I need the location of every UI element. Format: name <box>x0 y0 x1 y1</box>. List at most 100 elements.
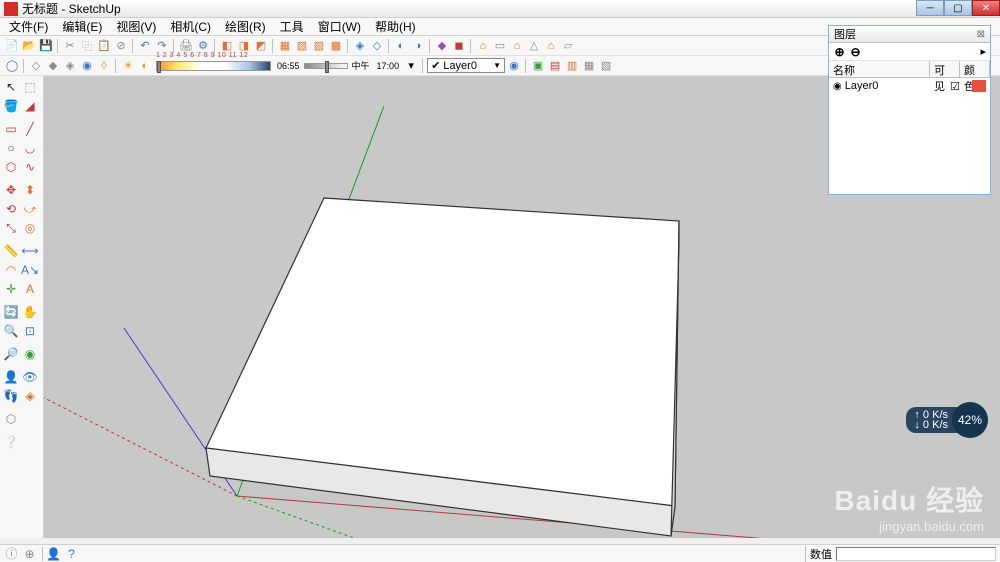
building-4-icon[interactable]: △ <box>526 38 542 54</box>
layer-mgr-icon[interactable]: ◉ <box>506 58 522 74</box>
help-icon[interactable]: ❔ <box>2 433 20 451</box>
menu-window[interactable]: 窗口(W) <box>311 17 368 36</box>
render-2-icon[interactable]: ◆ <box>45 58 61 74</box>
menu-camera[interactable]: 相机(C) <box>163 17 218 36</box>
render-1-icon[interactable]: ◇ <box>28 58 44 74</box>
menu-help[interactable]: 帮助(H) <box>368 17 423 36</box>
component-4-icon[interactable]: ▩ <box>328 38 344 54</box>
view-tool-1-icon[interactable]: ◐ <box>393 38 409 54</box>
circle-icon[interactable]: ○ <box>2 139 20 157</box>
move-icon[interactable]: ✥ <box>2 181 20 199</box>
position-camera-icon[interactable]: 👤 <box>2 368 20 386</box>
protractor-icon[interactable]: ◠ <box>2 261 20 279</box>
orbit-icon[interactable]: 🔄 <box>2 303 20 321</box>
ext-4-icon[interactable]: ▦ <box>581 58 597 74</box>
undo-icon[interactable]: ↶ <box>137 38 153 54</box>
layers-header-color[interactable]: 颜色 <box>960 61 990 77</box>
rotate-icon[interactable]: ⟲ <box>2 200 20 218</box>
status-user-icon[interactable]: 👤 <box>46 546 61 561</box>
layer-tool-2-icon[interactable]: ◇ <box>369 38 385 54</box>
status-geo-icon[interactable]: ⊕ <box>22 546 37 561</box>
render-3-icon[interactable]: ◈ <box>62 58 78 74</box>
layer-row[interactable]: ◉ Layer0 ☑ <box>829 78 990 94</box>
look-around-icon[interactable]: 👁 <box>21 368 39 386</box>
select-icon[interactable]: ↖ <box>2 78 20 96</box>
layer-active-radio-icon[interactable]: ◉ <box>833 81 842 92</box>
freehand-icon[interactable]: ∿ <box>21 158 39 176</box>
dimension-icon[interactable]: ⟷ <box>21 242 39 260</box>
component-1-icon[interactable]: ▦ <box>277 38 293 54</box>
building-6-icon[interactable]: ▱ <box>560 38 576 54</box>
ext-5-icon[interactable]: ▧ <box>598 58 614 74</box>
layer-tool-1-icon[interactable]: ◈ <box>352 38 368 54</box>
menu-view[interactable]: 视图(V) <box>109 17 163 36</box>
layers-flyout-icon[interactable]: ▸ <box>980 45 986 58</box>
polygon-icon[interactable]: ⬡ <box>2 158 20 176</box>
render-5-icon[interactable]: ◊ <box>96 58 112 74</box>
arc-icon[interactable]: ◡ <box>21 139 39 157</box>
paste-icon[interactable]: 📋 <box>96 38 112 54</box>
scale-icon[interactable]: ⤡ <box>2 219 20 237</box>
google-icon[interactable]: ⬡ <box>2 410 20 428</box>
building-1-icon[interactable]: ⌂ <box>475 38 491 54</box>
status-value-input[interactable] <box>836 547 996 561</box>
rectangle-icon[interactable]: ▭ <box>2 120 20 138</box>
menu-edit[interactable]: 编辑(E) <box>55 17 109 36</box>
text-icon[interactable]: A↘ <box>21 261 39 279</box>
status-info-icon[interactable]: ⓘ <box>4 546 19 561</box>
building-3-icon[interactable]: ⌂ <box>509 38 525 54</box>
line-icon[interactable]: ╱ <box>21 120 39 138</box>
layers-header-visible[interactable]: 可见 <box>930 61 960 77</box>
view-tool-2-icon[interactable]: ◑ <box>410 38 426 54</box>
layer-dropdown[interactable]: ✔ Layer0 ▼ <box>427 58 505 73</box>
layers-panel-close-icon[interactable]: ⊠ <box>977 29 985 40</box>
sun-icon[interactable]: ☀ <box>120 58 136 74</box>
zoom-icon[interactable]: 🔍 <box>2 322 20 340</box>
component-3-icon[interactable]: ▨ <box>311 38 327 54</box>
maximize-button[interactable]: ▢ <box>944 0 972 16</box>
building-5-icon[interactable]: ⌂ <box>543 38 559 54</box>
offset-icon[interactable]: ◎ <box>21 219 39 237</box>
time-dropdown-icon[interactable]: ▾ <box>403 58 419 74</box>
layers-panel-title-bar[interactable]: 图层 ⊠ <box>829 26 990 43</box>
time-slider-handle[interactable] <box>157 61 161 73</box>
time-slider-2-handle[interactable] <box>325 61 329 73</box>
remove-layer-icon[interactable]: ⊖ <box>849 45 862 58</box>
pushpull-icon[interactable]: ⬍ <box>21 181 39 199</box>
menu-draw[interactable]: 绘图(R) <box>218 17 273 36</box>
style-1-icon[interactable]: ◯ <box>4 58 20 74</box>
layer-color-swatch[interactable] <box>972 80 986 92</box>
delete-icon[interactable]: ⊘ <box>113 38 129 54</box>
shadow-icon[interactable]: ◐ <box>137 58 153 74</box>
close-button[interactable]: ✕ <box>972 0 1000 16</box>
new-file-icon[interactable]: 📄 <box>4 38 20 54</box>
open-file-icon[interactable]: 📂 <box>21 38 37 54</box>
zoom-window-icon[interactable]: ⊡ <box>21 322 39 340</box>
layers-header-name[interactable]: 名称 <box>829 61 930 77</box>
axes-icon[interactable]: ✛ <box>2 280 20 298</box>
pan-icon[interactable]: ✋ <box>21 303 39 321</box>
render-4-icon[interactable]: ◉ <box>79 58 95 74</box>
paint-bucket-icon[interactable]: 🪣 <box>2 97 20 115</box>
ext-1-icon[interactable]: ▣ <box>530 58 546 74</box>
time-slider-2[interactable] <box>304 63 348 69</box>
building-2-icon[interactable]: ▭ <box>492 38 508 54</box>
cut-icon[interactable]: ✂ <box>62 38 78 54</box>
plugin-2-icon[interactable]: ◼ <box>451 38 467 54</box>
status-help-icon[interactable]: ? <box>64 546 79 561</box>
component-2-icon[interactable]: ▧ <box>294 38 310 54</box>
ext-2-icon[interactable]: ▤ <box>547 58 563 74</box>
prev-view-icon[interactable]: 🔎 <box>2 345 20 363</box>
copy-icon[interactable]: ⿻ <box>79 38 95 54</box>
ext-3-icon[interactable]: ▥ <box>564 58 580 74</box>
walk-icon[interactable]: 👣 <box>2 387 20 405</box>
menu-tools[interactable]: 工具 <box>273 17 311 36</box>
3dtext-icon[interactable]: A <box>21 280 39 298</box>
menu-file[interactable]: 文件(F) <box>2 17 55 36</box>
zoom-extents-icon[interactable]: ◉ <box>21 345 39 363</box>
followme-icon[interactable]: ⤻ <box>21 200 39 218</box>
tape-icon[interactable]: 📏 <box>2 242 20 260</box>
plugin-1-icon[interactable]: ◆ <box>434 38 450 54</box>
eraser-icon[interactable]: ◢ <box>21 97 39 115</box>
section-icon[interactable]: ◈ <box>21 387 39 405</box>
